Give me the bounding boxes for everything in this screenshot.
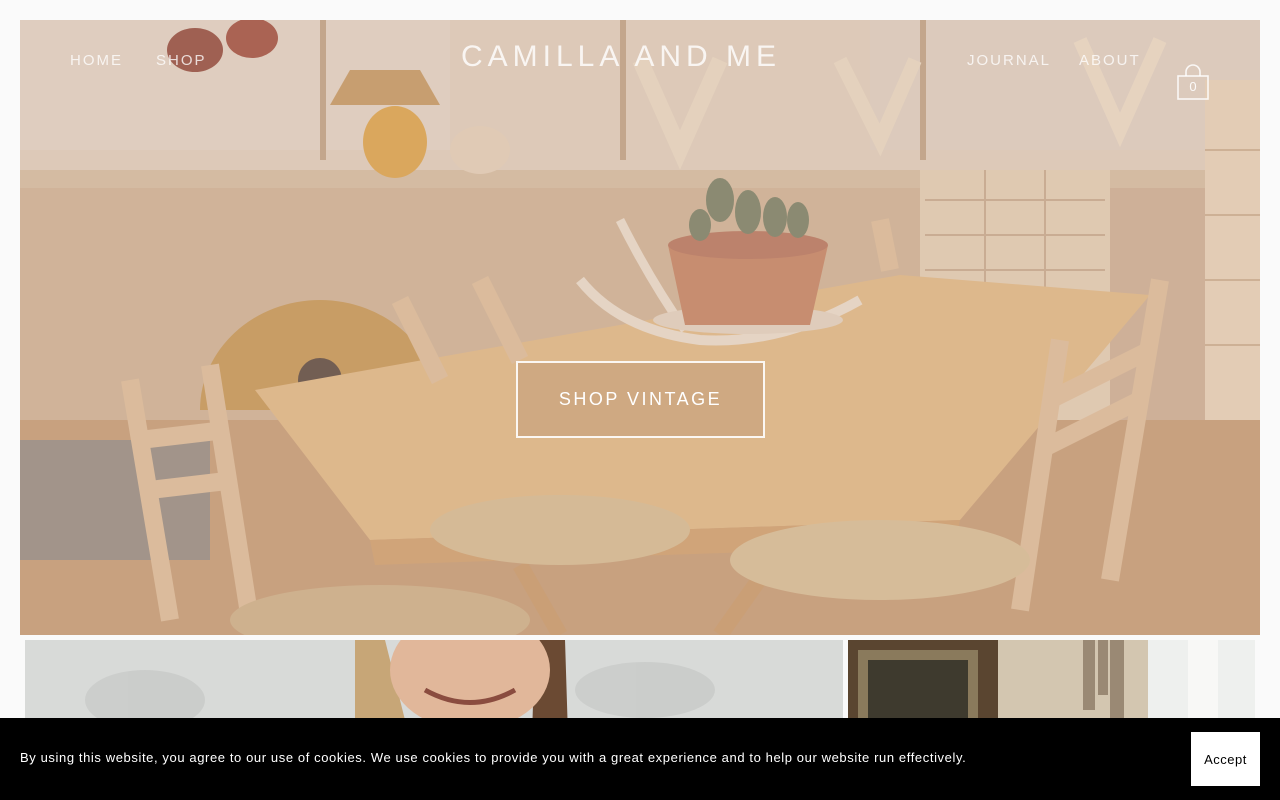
cart-button[interactable]: 0 — [1175, 62, 1211, 102]
cookie-banner: By using this website, you agree to our … — [0, 718, 1280, 800]
nav-home-link[interactable]: HOME — [70, 52, 123, 69]
nav-about-link[interactable]: ABOUT — [1079, 52, 1141, 69]
hero-banner — [20, 20, 1260, 635]
cart-count: 0 — [1189, 79, 1197, 94]
nav-shop-link[interactable]: SHOP — [156, 52, 207, 69]
shop-vintage-button[interactable]: SHOP VINTAGE — [516, 361, 765, 438]
nav-journal-link[interactable]: JOURNAL — [967, 52, 1051, 69]
brand-logo[interactable]: CAMILLA AND ME — [451, 40, 791, 74]
accept-cookies-button[interactable]: Accept — [1191, 732, 1260, 786]
hero-overlay — [20, 20, 1260, 635]
cookie-message: By using this website, you agree to our … — [20, 750, 967, 765]
